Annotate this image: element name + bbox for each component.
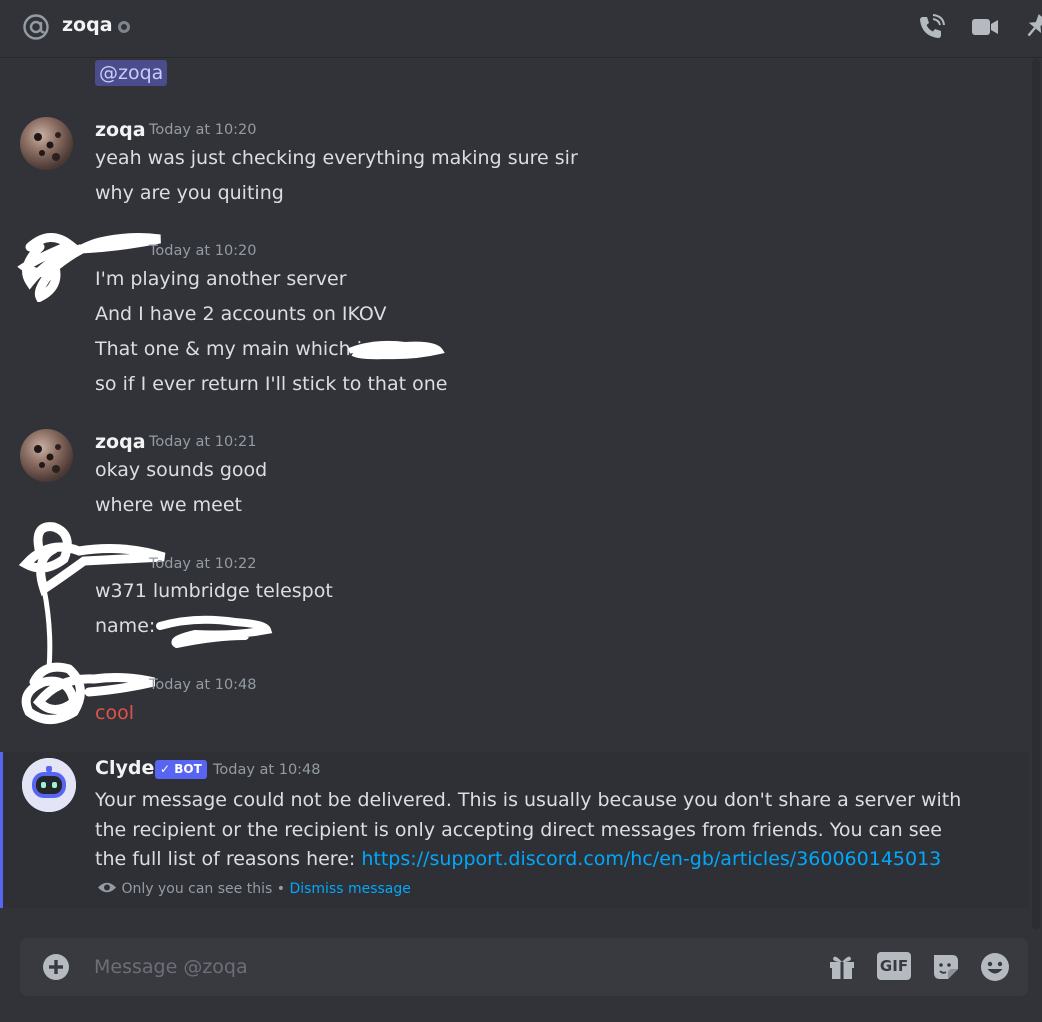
offline-status-icon [118,21,130,33]
message-text: cool [95,702,134,724]
message-timestamp: Today at 10:21 [149,434,257,450]
clyde-avatar[interactable] [22,758,76,812]
message-input[interactable] [94,950,774,984]
support-link[interactable]: https://support.discord.com/hc/en-gb/art… [361,848,941,870]
voice-call-icon[interactable] [916,12,946,42]
message-text: I'm playing another server [95,268,347,290]
message-text: so if I ever return I'll stick to that o… [95,373,448,395]
dismiss-message-link[interactable]: Dismiss message [289,881,410,897]
message-author[interactable]: zoqa [95,431,146,453]
message-text: w371 lumbridge telespot [95,580,333,602]
channel-title: zoqa [62,14,113,36]
at-icon [23,14,49,40]
message-author[interactable]: zoqa [95,119,146,141]
gift-icon[interactable] [826,951,858,983]
message-text: That one & my main which is [95,338,372,360]
check-icon: ✓ [160,762,171,776]
message-text: where we meet [95,494,242,516]
redacted-avatar-scribble [17,233,161,302]
message-timestamp: Today at 10:48 [149,677,257,693]
message-text: And I have 2 accounts on IKOV [95,303,387,325]
message-timestamp: Today at 10:48 [213,762,321,778]
redacted-text-scribble [347,340,445,360]
scrollbar[interactable] [1030,59,1040,929]
user-mention[interactable]: @zoqa [95,60,168,86]
gif-icon[interactable]: GIF [877,952,911,980]
message-composer: GIF [20,938,1028,996]
message-timestamp: Today at 10:20 [149,122,257,138]
message-text: yeah was just checking everything making… [95,147,578,169]
redacted-text-scribble [156,615,273,648]
redacted-avatar-scribble [21,662,156,724]
avatar[interactable] [20,429,73,482]
video-call-icon[interactable] [970,12,1000,42]
bot-badge: ✓ BOT [155,760,207,779]
message-text: okay sounds good [95,459,268,481]
plus-icon[interactable] [42,953,70,981]
message-text: why are you quiting [95,182,284,204]
sticker-icon[interactable] [930,951,962,983]
clyde-ephemeral-message: Clyde ✓ BOT Today at 10:48 Your message … [0,752,1030,908]
message-timestamp: Today at 10:20 [149,243,257,259]
message-timestamp: Today at 10:22 [149,556,257,572]
emoji-icon[interactable] [979,951,1011,983]
channel-header: zoqa [0,0,1042,58]
message-list[interactable]: @zoqa zoqa Today at 10:20 yeah was just … [0,59,1032,929]
message-text: name: [95,615,156,637]
clyde-message-text: Your message could not be delivered. Thi… [95,789,962,870]
ephemeral-note: Only you can see this • Dismiss message [97,881,411,897]
avatar[interactable] [20,117,73,170]
message-author[interactable]: Clyde [95,757,154,779]
pin-icon[interactable] [1022,12,1042,42]
eye-icon [98,882,116,893]
